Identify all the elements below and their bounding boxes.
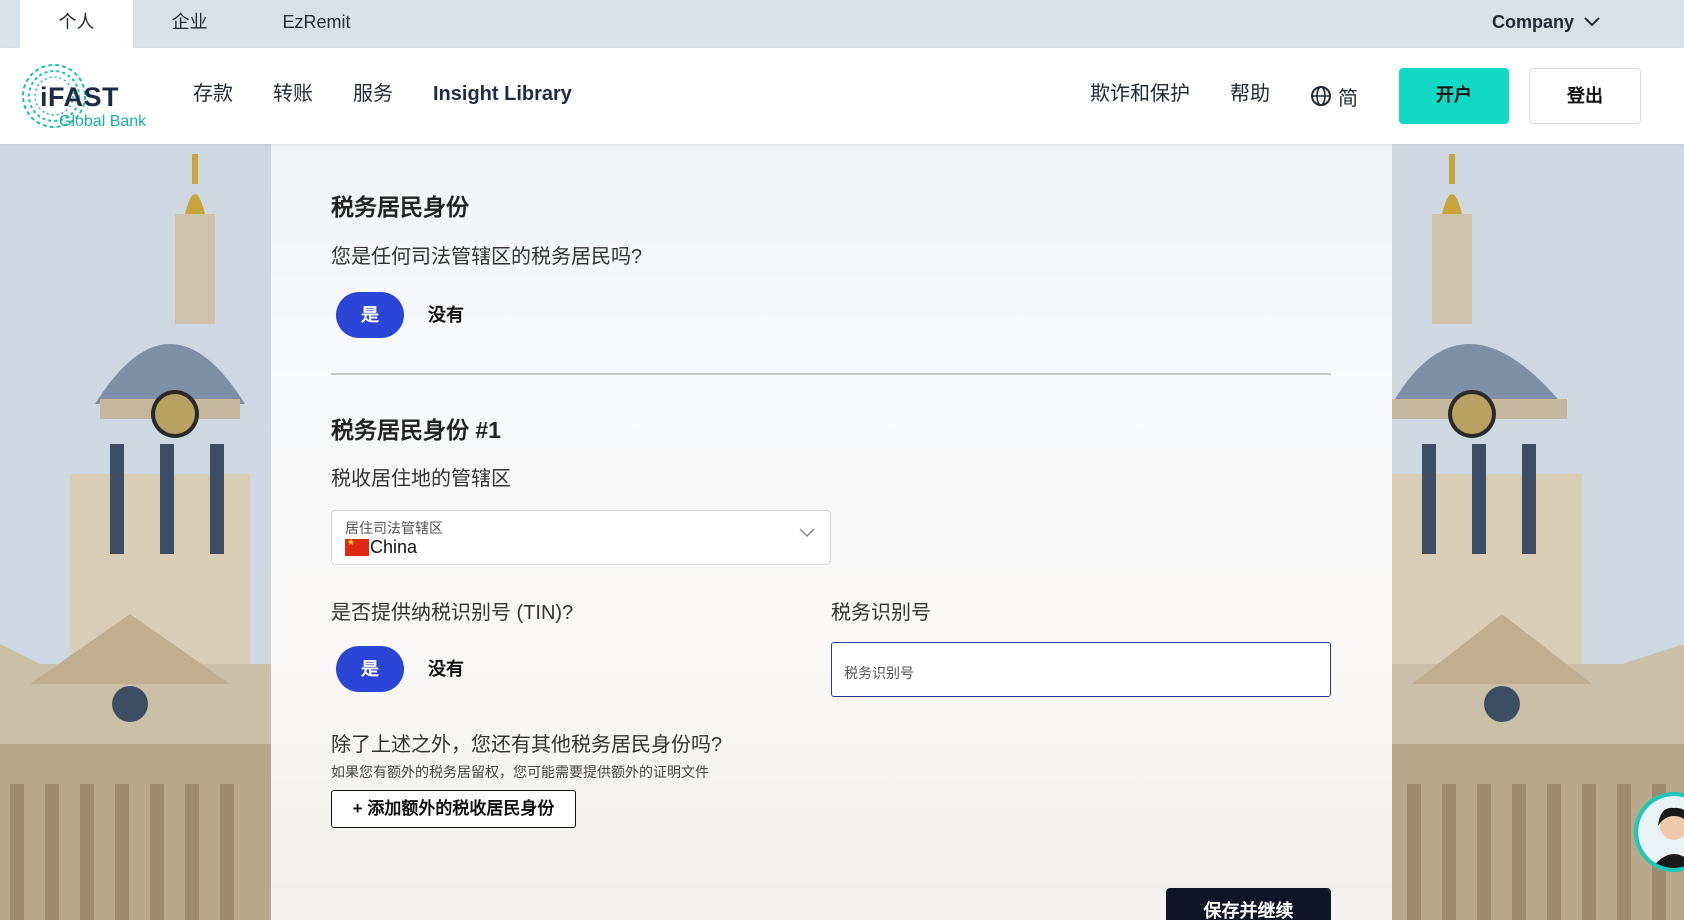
save-continue-button[interactable]: 保存并继续 (1166, 888, 1331, 920)
language-switcher[interactable]: 简 (1310, 48, 1358, 144)
tin-label: 税务识别号 (831, 602, 931, 624)
agent-portrait-icon (1638, 796, 1684, 868)
jurisdiction-value-text: China (370, 537, 418, 557)
company-menu-label: Company (1491, 11, 1574, 32)
jurisdiction-select-value: China (345, 537, 417, 558)
logout-button[interactable]: 登出 (1529, 68, 1641, 124)
open-account-button[interactable]: 开户 (1399, 68, 1509, 124)
resident-yes-button[interactable]: 是 (336, 292, 404, 338)
other-residency-hint: 如果您有额外的税务居留权，您可能需要提供额外的证明文件 (331, 764, 709, 780)
tin-input[interactable] (831, 642, 1331, 697)
nav-services[interactable]: 服务 (353, 48, 393, 144)
jurisdiction-select[interactable]: 居住司法管辖区 China (331, 510, 831, 565)
nav-fraud-protection[interactable]: 欺诈和保护 (1090, 48, 1190, 144)
section-title: 税务居民身份 (331, 194, 469, 220)
tin-question: 是否提供纳税识别号 (TIN)? (331, 602, 574, 624)
nav-insight-library[interactable]: Insight Library (433, 48, 572, 144)
nav-help[interactable]: 帮助 (1230, 48, 1270, 144)
section-divider (331, 373, 1331, 375)
other-residency-question: 除了上述之外，您还有其他税务居民身份吗? (331, 734, 723, 756)
company-menu[interactable]: Company (1492, 0, 1600, 44)
add-tax-residency-button[interactable]: + 添加额外的税收居民身份 (331, 790, 576, 828)
resident-question: 您是任何司法管辖区的税务居民吗? (331, 246, 643, 268)
chevron-down-icon (799, 528, 815, 538)
left-dome-building-image (0, 144, 271, 920)
china-flag-icon (345, 537, 369, 556)
tin-yes-button[interactable]: 是 (336, 646, 404, 692)
top-segment-bar: 个人 企业 EzRemit Company (0, 0, 1684, 48)
main-navigation: iFAST Global Bank 存款 转账 服务 Insight Libra… (0, 48, 1684, 144)
jurisdiction-select-label: 居住司法管辖区 (345, 520, 443, 536)
language-label: 简 (1338, 87, 1358, 110)
logo-subtitle: Global Bank (59, 113, 147, 130)
residency-1-title: 税务居民身份 #1 (331, 417, 501, 443)
right-dome-building-image (1392, 144, 1684, 920)
nav-deposit[interactable]: 存款 (193, 48, 233, 144)
resident-no-button[interactable]: 没有 (428, 292, 464, 338)
chevron-down-icon (1584, 17, 1600, 27)
globe-icon (1311, 86, 1331, 106)
top-tab-personal[interactable]: 个人 (20, 0, 133, 48)
ifast-logo[interactable]: iFAST Global Bank (20, 62, 170, 130)
nav-transfer[interactable]: 转账 (273, 48, 313, 144)
logo-wordmark: iFAST (40, 82, 120, 112)
tin-no-button[interactable]: 没有 (428, 646, 464, 692)
top-tab-business[interactable]: 企业 (133, 0, 246, 48)
jurisdiction-label: 税收居住地的管辖区 (331, 468, 511, 490)
top-tab-ezremit[interactable]: EzRemit (260, 0, 373, 48)
